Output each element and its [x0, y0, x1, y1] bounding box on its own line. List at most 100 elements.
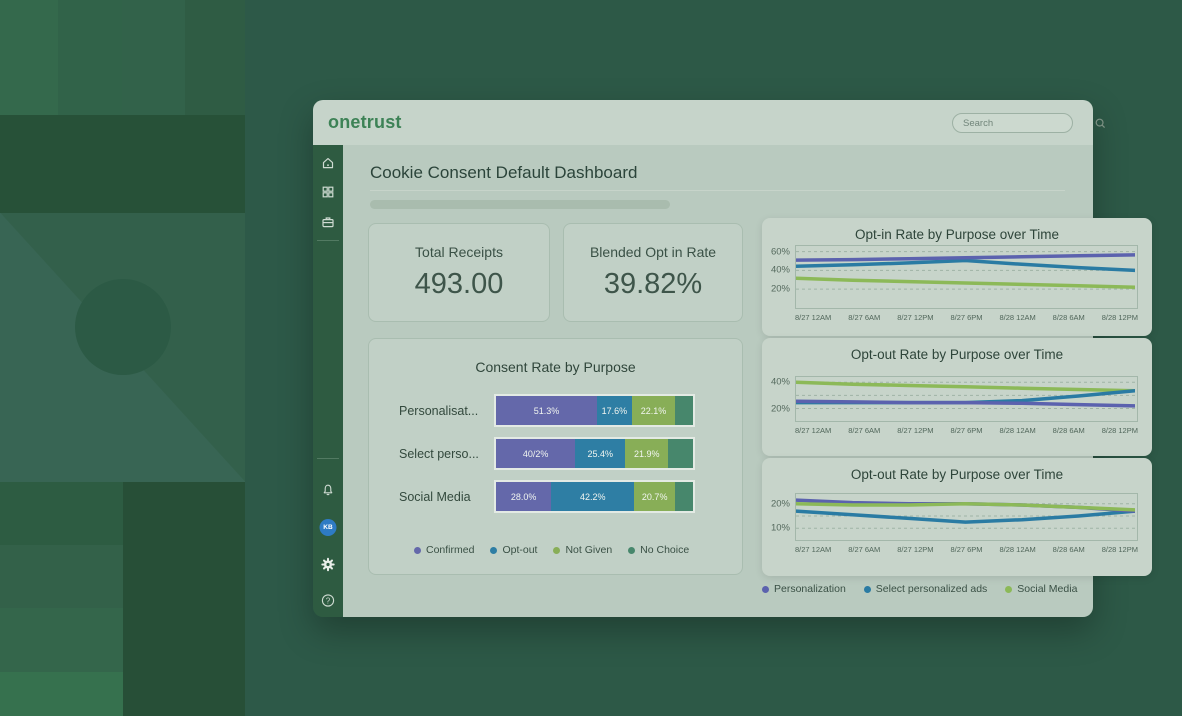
- kpi-card-total-receipts: Total Receipts 493.00: [368, 223, 550, 322]
- apps-grid-icon[interactable]: [321, 185, 335, 199]
- bar-track: 28.0%42.2%20.7%: [494, 480, 695, 513]
- bg-block: [245, 0, 320, 716]
- search-box[interactable]: [952, 113, 1073, 133]
- bg-circle: [75, 279, 171, 375]
- chart-title: Opt-in Rate by Purpose over Time: [762, 227, 1152, 242]
- bg-block: [0, 115, 245, 213]
- bar-segment: 21.9%: [625, 439, 668, 468]
- bar-category-label: Select perso...: [399, 447, 494, 461]
- legend-label: No Choice: [640, 544, 689, 556]
- bg-block: [185, 0, 245, 115]
- chart-title: Opt-out Rate by Purpose over Time: [762, 467, 1152, 482]
- x-tick-label: 8/27 12AM: [795, 313, 831, 322]
- x-axis-labels: 8/27 12AM8/27 6AM8/27 12PM8/27 6PM8/28 1…: [795, 426, 1138, 435]
- app-window: onetrust KB ?: [313, 100, 1093, 617]
- legend-dot: [553, 547, 560, 554]
- briefcase-icon[interactable]: [321, 215, 335, 229]
- legend-dot: [414, 547, 421, 554]
- x-tick-label: 8/27 6PM: [950, 426, 982, 435]
- legend-item: Not Given: [553, 544, 612, 556]
- legend-item: No Choice: [628, 544, 689, 556]
- bar-segment: [675, 396, 693, 425]
- x-tick-label: 8/27 6PM: [950, 545, 982, 554]
- bell-icon[interactable]: [321, 483, 335, 497]
- bar-row: Select perso...40/2%25.4%21.9%: [399, 437, 712, 470]
- consent-rate-card: Consent Rate by Purpose Personalisat...5…: [368, 338, 743, 575]
- y-axis: 20%40%60%: [762, 245, 795, 309]
- bg-block: [123, 482, 245, 716]
- y-tick-label: 40%: [771, 265, 790, 276]
- legend-item: Personalization: [762, 583, 846, 595]
- bar-segment: 40/2%: [496, 439, 575, 468]
- bar-row: Social Media28.0%42.2%20.7%: [399, 480, 712, 513]
- bg-block: [0, 672, 123, 716]
- legend-dot: [864, 586, 871, 593]
- x-tick-label: 8/28 12AM: [999, 545, 1035, 554]
- bar-category-label: Social Media: [399, 490, 494, 504]
- bar-segment: 17.6%: [597, 396, 632, 425]
- svg-text:?: ?: [326, 596, 331, 605]
- home-icon[interactable]: [321, 156, 335, 170]
- legend-dot: [1005, 586, 1012, 593]
- chart-title: Consent Rate by Purpose: [369, 359, 742, 375]
- bar-segment: 22.1%: [632, 396, 676, 425]
- legend-dot: [490, 547, 497, 554]
- gear-icon[interactable]: [321, 557, 336, 572]
- chart-title: Opt-out Rate by Purpose over Time: [762, 347, 1152, 362]
- x-tick-label: 8/28 12AM: [999, 313, 1035, 322]
- title-divider: [370, 190, 1065, 191]
- page-title: Cookie Consent Default Dashboard: [370, 163, 637, 183]
- y-axis: 20% 40%: [762, 376, 795, 422]
- bar-segment: [668, 439, 693, 468]
- x-tick-label: 8/27 12PM: [897, 545, 933, 554]
- kpi-label: Blended Opt in Rate: [590, 244, 716, 260]
- bar-segment: 51.3%: [496, 396, 597, 425]
- search-icon: [1095, 118, 1106, 129]
- x-axis-labels: 8/27 12AM8/27 6AM8/27 12PM8/27 6PM8/28 1…: [795, 313, 1138, 322]
- bar-segment: 25.4%: [575, 439, 625, 468]
- legend-label: Not Given: [565, 544, 612, 556]
- y-tick-label: 40%: [771, 377, 790, 388]
- x-tick-label: 8/28 6AM: [1053, 313, 1085, 322]
- purpose-legend: Personalization Select personalized ads So…: [762, 583, 1077, 595]
- legend-label: Social Media: [1017, 583, 1077, 595]
- legend-item: Confirmed: [414, 544, 474, 556]
- x-tick-label: 8/27 6AM: [848, 426, 880, 435]
- line-plot: [795, 245, 1138, 309]
- bg-block: [0, 545, 123, 608]
- search-input[interactable]: [953, 118, 1095, 129]
- legend-label: Personalization: [774, 583, 846, 595]
- help-icon[interactable]: ?: [321, 593, 336, 608]
- y-tick-label: 10%: [771, 523, 790, 534]
- legend-label: Select personalized ads: [876, 583, 988, 595]
- kpi-value: 493.00: [415, 268, 504, 301]
- bg-block: [122, 0, 185, 115]
- y-axis: 10% 20%: [762, 493, 795, 541]
- x-tick-label: 8/27 6AM: [848, 545, 880, 554]
- skeleton-bar: [370, 200, 670, 209]
- kpi-label: Total Receipts: [415, 244, 503, 260]
- y-tick-label: 20%: [771, 403, 790, 414]
- x-tick-label: 8/28 12PM: [1102, 426, 1138, 435]
- bg-block: [0, 608, 123, 672]
- main-content: Cookie Consent Default Dashboard Total R…: [343, 145, 1093, 617]
- bar-row: Personalisat...51.3%17.6%22.1%: [399, 394, 712, 427]
- x-tick-label: 8/27 12PM: [897, 426, 933, 435]
- side-nav: KB ?: [313, 145, 343, 617]
- y-tick-label: 20%: [771, 498, 790, 509]
- bar-segment: [675, 482, 693, 511]
- x-tick-label: 8/28 6AM: [1053, 426, 1085, 435]
- legend-item: Select personalized ads: [864, 583, 988, 595]
- legend-dot: [628, 547, 635, 554]
- legend-label: Opt-out: [502, 544, 537, 556]
- y-tick-label: 20%: [771, 284, 790, 295]
- avatar[interactable]: KB: [320, 519, 337, 536]
- consent-legend: Confirmed Opt-out Not Given No Choice: [414, 544, 689, 556]
- bar-track: 40/2%25.4%21.9%: [494, 437, 695, 470]
- avatar-initials: KB: [320, 519, 337, 536]
- stacked-bar-chart: Personalisat...51.3%17.6%22.1% Select per…: [399, 394, 712, 523]
- x-axis-labels: 8/27 12AM8/27 6AM8/27 12PM8/27 6PM8/28 1…: [795, 545, 1138, 554]
- line-plot: [795, 493, 1138, 541]
- x-tick-label: 8/28 12AM: [999, 426, 1035, 435]
- bar-segment: 42.2%: [551, 482, 634, 511]
